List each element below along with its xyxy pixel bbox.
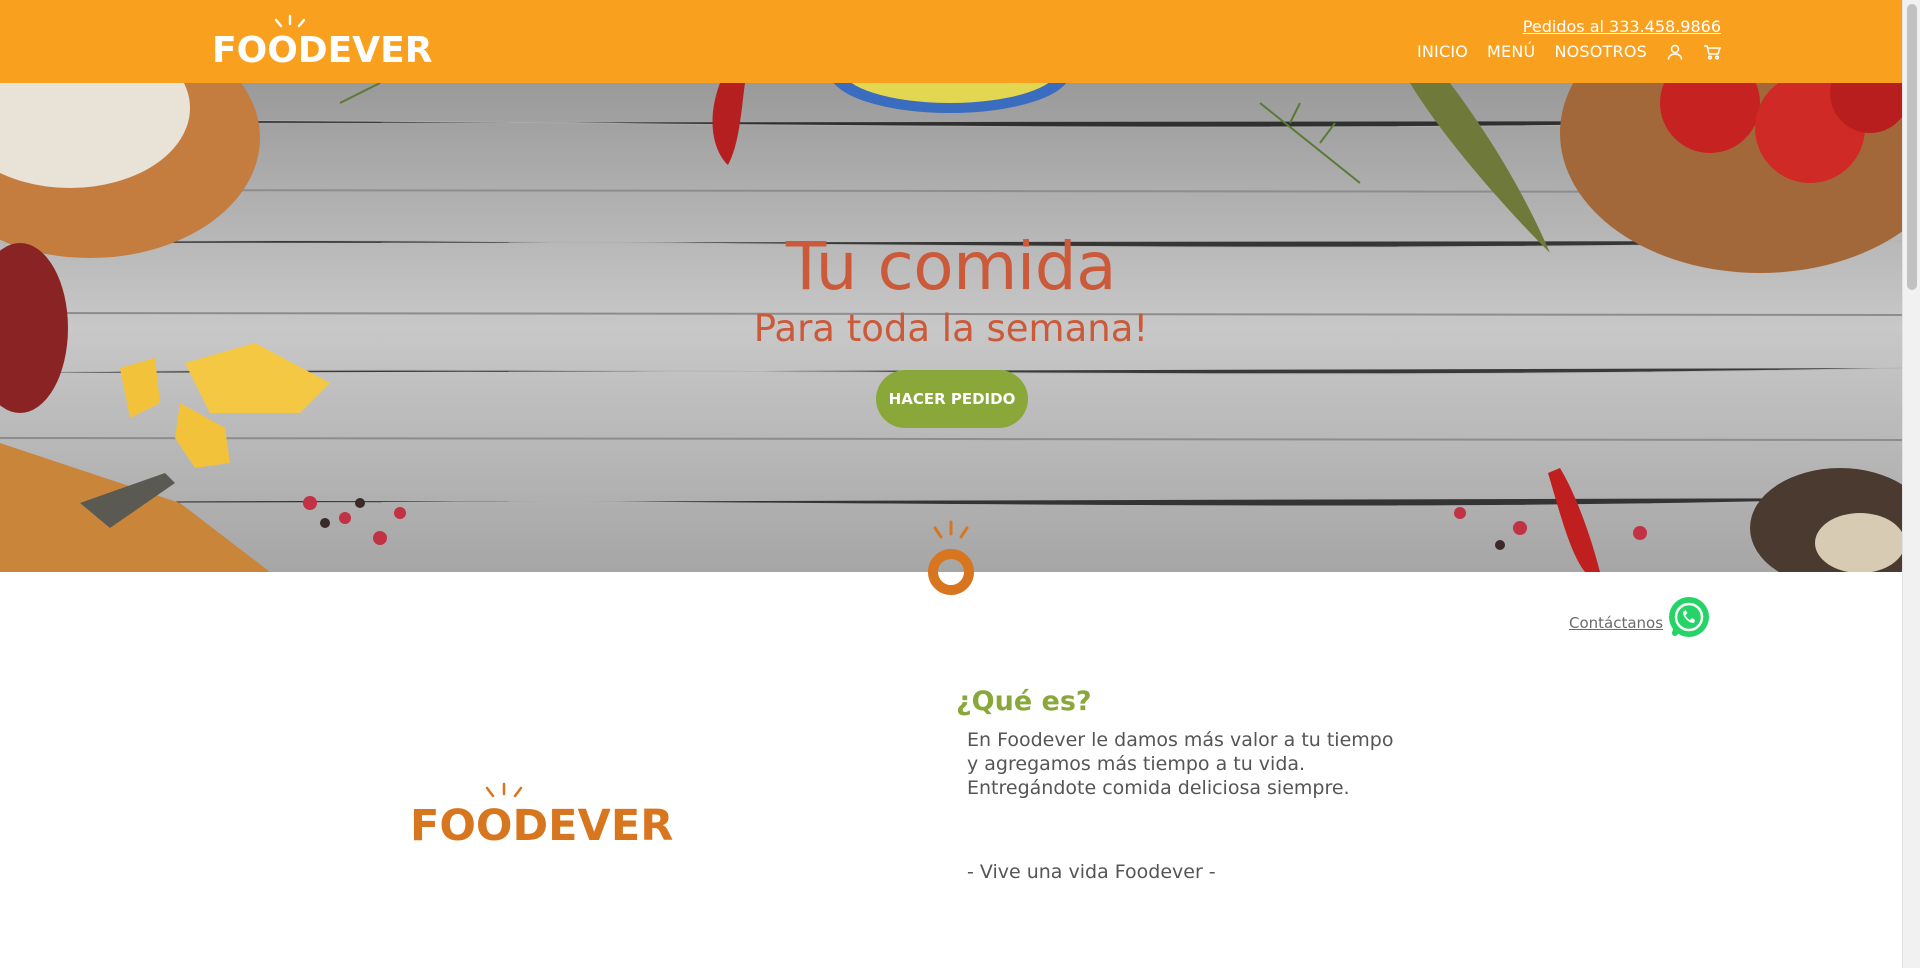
scrollbar-thumb[interactable] xyxy=(1907,4,1917,290)
about-text: En Foodever le damos más valor a tu tiem… xyxy=(967,729,1394,799)
sun-icon xyxy=(921,520,981,596)
order-button[interactable]: HACER PEDIDO xyxy=(876,370,1028,428)
site-header: FOODEVER Pedidos al 333.458.9866 INICIO … xyxy=(0,0,1902,83)
hero-title: Tu comida xyxy=(785,228,1117,305)
svg-text:FOODEVER: FOODEVER xyxy=(410,801,673,848)
nav-inicio[interactable]: INICIO xyxy=(1417,42,1468,61)
whatsapp-icon[interactable] xyxy=(1667,595,1711,639)
hero-subtitle: Para toda la semana! xyxy=(753,307,1149,350)
cart-icon[interactable] xyxy=(1703,43,1721,61)
page-scrollbar[interactable] xyxy=(1902,0,1920,968)
phone-order-link[interactable]: Pedidos al 333.458.9866 xyxy=(1523,17,1721,36)
svg-text:FOODEVER: FOODEVER xyxy=(212,30,432,70)
user-icon[interactable] xyxy=(1666,43,1684,61)
nav-menu[interactable]: MENÚ xyxy=(1487,42,1535,61)
hero-banner: Tu comida Para toda la semana! HACER PED… xyxy=(0,83,1902,572)
about-slogan: - Vive una vida Foodever - xyxy=(967,861,1216,883)
contact-link[interactable]: Contáctanos xyxy=(1569,614,1663,632)
about-title: ¿Qué es? xyxy=(956,686,1092,717)
brand-logo[interactable]: FOODEVER xyxy=(210,14,466,70)
whatsapp-contact: Contáctanos xyxy=(1569,595,1711,639)
nav-nosotros[interactable]: NOSOTROS xyxy=(1554,42,1647,61)
brand-logo-large: FOODEVER xyxy=(408,780,718,851)
main-nav: INICIO MENÚ NOSOTROS xyxy=(1417,42,1721,61)
